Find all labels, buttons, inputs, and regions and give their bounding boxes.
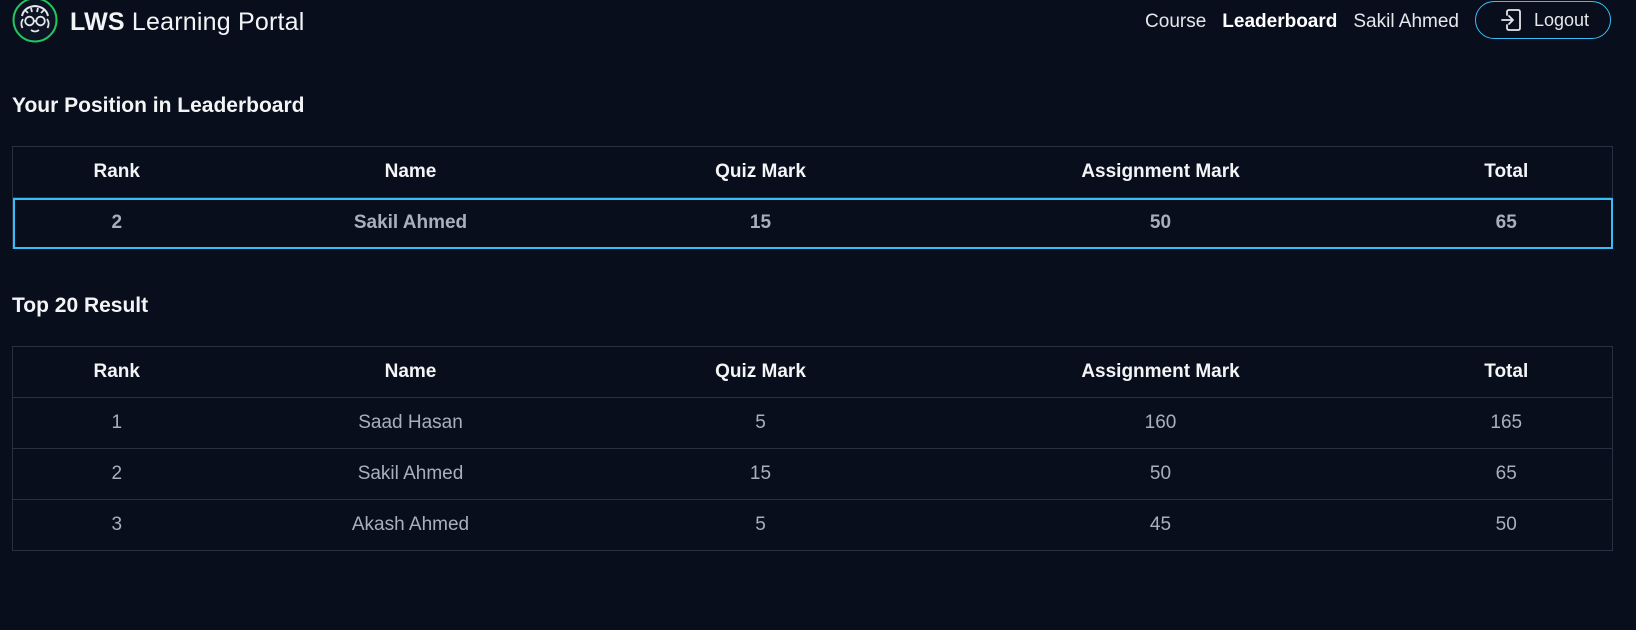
top-results-header: Rank Name Quiz Mark Assignment Mark Tota… xyxy=(12,347,1613,398)
cell-name: Sakil Ahmed xyxy=(353,212,468,233)
cell-name: Sakil Ahmed xyxy=(357,463,464,484)
column-header-rank: Rank xyxy=(93,361,140,382)
table-row: 1 Saad Hasan 5 160 165 xyxy=(12,398,1613,449)
cell-quiz-mark: 5 xyxy=(755,514,766,535)
position-section-title: Your Position in Leaderboard xyxy=(12,94,305,117)
top-navbar: LWS Learning Portal Course Leaderboard S… xyxy=(0,0,1636,44)
column-header-quiz-mark: Quiz Mark xyxy=(715,361,806,382)
nav-link-leaderboard[interactable]: Leaderboard xyxy=(1222,11,1337,33)
column-header-total: Total xyxy=(1484,161,1529,182)
brand[interactable]: LWS Learning Portal xyxy=(12,0,304,44)
table-row: 3 Akash Ahmed 5 45 50 xyxy=(12,500,1613,551)
cell-total: 65 xyxy=(1495,212,1517,233)
cell-rank: 1 xyxy=(111,412,123,433)
table-row: 2 Sakil Ahmed 15 50 65 xyxy=(12,449,1613,500)
current-user-name: Sakil Ahmed xyxy=(1353,11,1459,32)
column-header-assignment-mark: Assignment Mark xyxy=(1081,361,1240,382)
top-results-title: Top 20 Result xyxy=(12,294,149,317)
cell-assignment-mark: 50 xyxy=(1149,463,1172,484)
logout-label: Logout xyxy=(1534,9,1590,30)
cell-rank: 2 xyxy=(111,212,123,233)
cell-rank: 3 xyxy=(111,514,123,535)
brand-title-bold: LWS xyxy=(70,7,125,36)
cell-rank: 2 xyxy=(111,463,123,484)
top-results-table: Rank Name Quiz Mark Assignment Mark Tota… xyxy=(12,346,1613,551)
cell-total: 165 xyxy=(1490,412,1523,433)
my-position-row: 2 Sakil Ahmed 15 50 65 xyxy=(12,197,1613,249)
cell-assignment-mark: 45 xyxy=(1149,514,1172,535)
nav-link-course[interactable]: Course xyxy=(1145,11,1206,33)
cell-assignment-mark: 160 xyxy=(1144,412,1177,433)
logout-button[interactable]: Logout xyxy=(1475,1,1611,39)
cell-name: Saad Hasan xyxy=(358,412,463,433)
column-header-assignment-mark: Assignment Mark xyxy=(1081,161,1240,182)
column-header-total: Total xyxy=(1484,361,1529,382)
column-header-quiz-mark: Quiz Mark xyxy=(715,161,806,182)
cell-assignment-mark: 50 xyxy=(1149,212,1172,233)
brand-title-rest: Learning Portal xyxy=(131,7,305,36)
brand-title: LWS Learning Portal xyxy=(70,8,304,37)
column-header-rank: Rank xyxy=(93,161,140,182)
column-header-name: Name xyxy=(384,361,437,382)
nav-menu: Course Leaderboard Sakil Ahmed Logout xyxy=(1145,0,1611,44)
position-table-header: Rank Name Quiz Mark Assignment Mark Tota… xyxy=(12,147,1613,198)
cell-quiz-mark: 15 xyxy=(749,463,772,484)
cell-quiz-mark: 15 xyxy=(749,212,772,233)
cell-total: 65 xyxy=(1495,463,1517,484)
nerd-face-logo-icon xyxy=(12,0,58,43)
cell-total: 50 xyxy=(1495,514,1517,535)
column-header-name: Name xyxy=(384,161,437,182)
cell-quiz-mark: 5 xyxy=(755,412,766,433)
logout-icon xyxy=(1501,9,1521,31)
position-table: Rank Name Quiz Mark Assignment Mark Tota… xyxy=(12,146,1613,249)
cell-name: Akash Ahmed xyxy=(351,514,470,535)
